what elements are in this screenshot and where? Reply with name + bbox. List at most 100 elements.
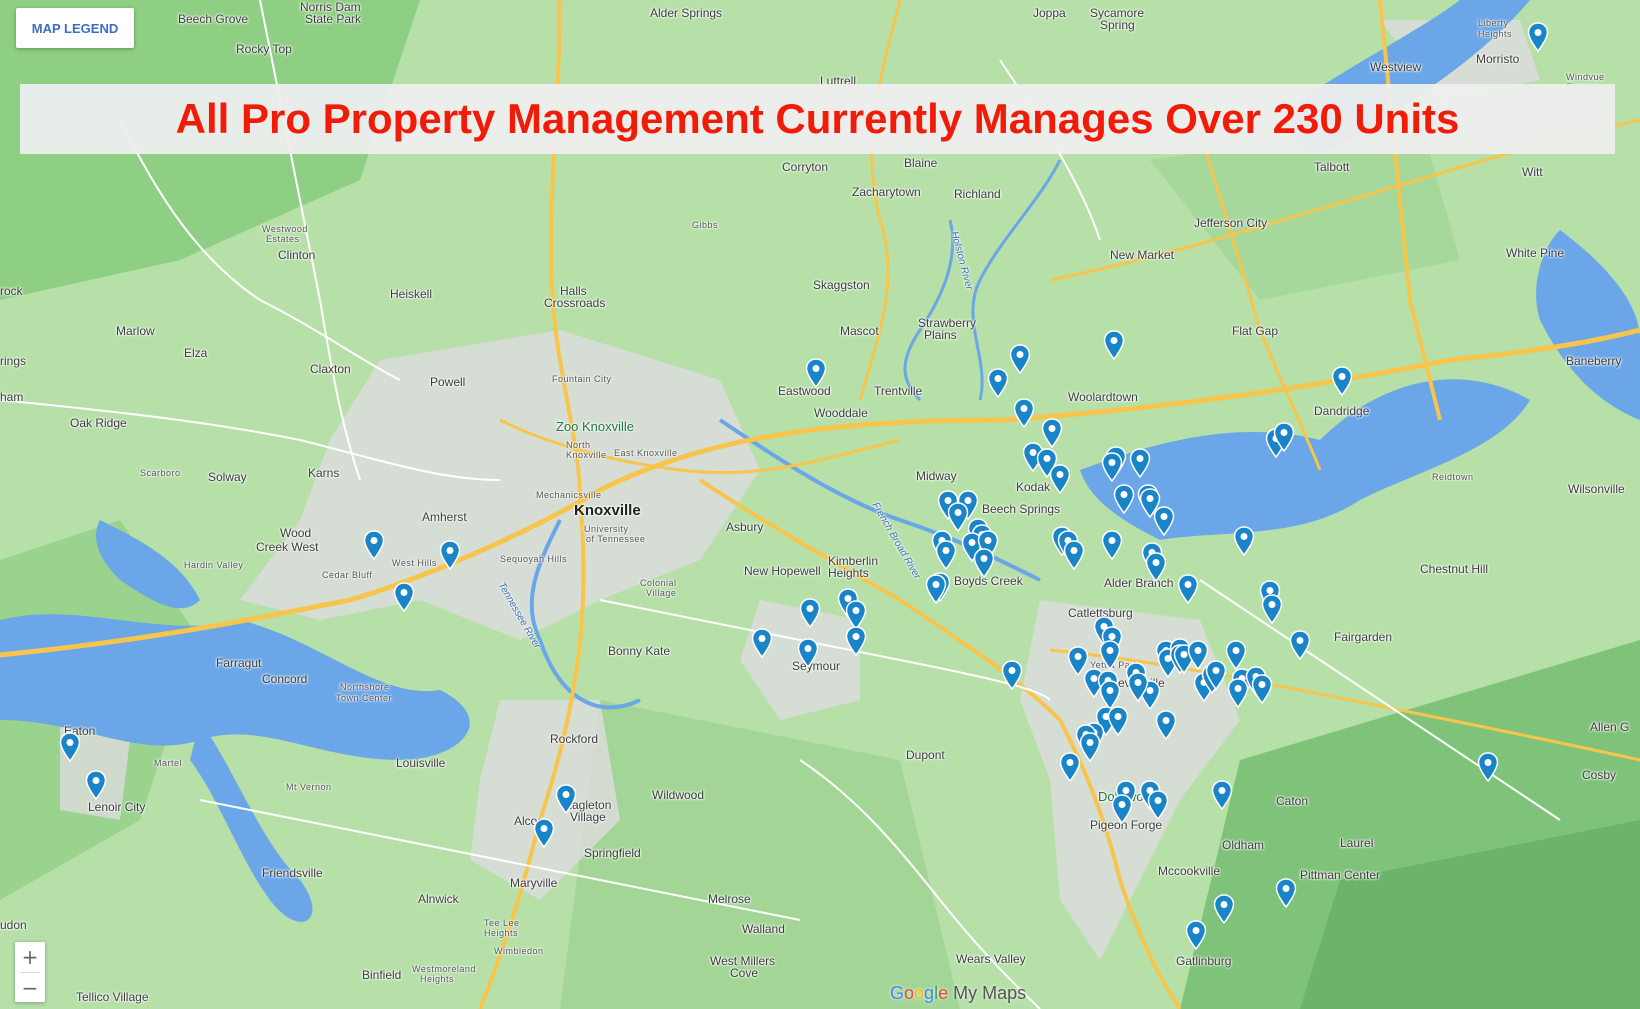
property-pin-icon[interactable] — [1477, 752, 1499, 782]
place-label: Heights — [484, 928, 519, 938]
property-pin-icon[interactable] — [1289, 630, 1311, 660]
place-label: Beech Springs — [982, 502, 1061, 516]
property-pin-icon[interactable] — [1273, 422, 1295, 452]
place-label: Dandridge — [1314, 404, 1370, 418]
place-label: Wears Valley — [956, 952, 1026, 966]
property-pin-icon[interactable] — [1155, 710, 1177, 740]
place-label: Lenoir City — [88, 800, 146, 814]
property-pin-icon[interactable] — [1527, 22, 1549, 52]
place-label: Marlow — [116, 324, 155, 338]
brand-letter: G — [890, 983, 905, 1003]
property-pin-icon[interactable] — [1261, 594, 1283, 624]
place-label: Pittman Center — [1300, 868, 1381, 882]
place-label: Wimbledon — [494, 946, 544, 956]
map-legend-button[interactable]: MAP LEGEND — [16, 8, 134, 48]
property-pin-icon[interactable] — [1213, 894, 1235, 924]
property-pin-icon[interactable] — [1001, 660, 1023, 690]
property-pin-icon[interactable] — [1101, 530, 1123, 560]
property-pin-icon[interactable] — [1049, 464, 1071, 494]
property-pin-icon[interactable] — [1205, 660, 1227, 690]
place-label: Skaggston — [813, 278, 870, 292]
zoom-out-button[interactable]: − — [15, 973, 45, 1003]
place-label: Martel — [154, 758, 183, 768]
property-pin-icon[interactable] — [85, 770, 107, 800]
property-pin-icon[interactable] — [1153, 506, 1175, 536]
place-label: Rockford — [550, 732, 599, 746]
property-pin-icon[interactable] — [925, 574, 947, 604]
zoom-in-button[interactable]: + — [15, 942, 45, 972]
map-title: All Pro Property Management Currently Ma… — [175, 95, 1460, 142]
place-label: Bonny Kate — [608, 644, 671, 658]
place-label: Knoxville — [574, 502, 641, 519]
property-pin-icon[interactable] — [1009, 344, 1031, 374]
google-my-maps-attribution: Google My Maps — [890, 983, 1026, 1004]
property-pin-icon[interactable] — [1111, 794, 1133, 824]
place-label: Walland — [742, 922, 785, 936]
property-pin-icon[interactable] — [1129, 448, 1151, 478]
property-pin-icon[interactable] — [1099, 640, 1121, 670]
property-pin-icon[interactable] — [797, 638, 819, 668]
place-label: Village — [646, 588, 677, 598]
title-banner: All Pro Property Management Currently Ma… — [20, 84, 1615, 154]
place-label: Heights — [420, 974, 455, 984]
property-pin-icon[interactable] — [1063, 540, 1085, 570]
property-pin-icon[interactable] — [1059, 752, 1081, 782]
place-label: Oak Ridge — [70, 416, 127, 430]
property-pin-icon[interactable] — [439, 540, 461, 570]
property-pin-icon[interactable] — [1331, 366, 1353, 396]
place-label: Kodak — [1016, 480, 1051, 494]
place-label: Springfield — [584, 846, 641, 860]
property-pin-icon[interactable] — [845, 626, 867, 656]
place-label: Caton — [1276, 794, 1309, 808]
place-label: Solway — [208, 470, 247, 484]
place-label: Woolardtown — [1068, 390, 1138, 404]
place-label: Binfield — [362, 968, 402, 982]
property-pin-icon[interactable] — [1079, 732, 1101, 762]
property-pin-icon[interactable] — [973, 548, 995, 578]
property-pin-icon[interactable] — [1185, 920, 1207, 950]
property-pin-icon[interactable] — [533, 818, 555, 848]
place-label: udon — [0, 918, 27, 932]
place-label: Mt Vernon — [286, 782, 332, 792]
property-pin-icon[interactable] — [987, 368, 1009, 398]
place-label: Rocky Top — [236, 42, 292, 56]
place-label: Town Center — [336, 693, 393, 703]
property-pin-icon[interactable] — [1251, 674, 1273, 704]
property-pin-icon[interactable] — [1233, 526, 1255, 556]
property-pin-icon[interactable] — [1275, 878, 1297, 908]
place-label: Plains — [924, 328, 957, 342]
property-pin-icon[interactable] — [1177, 574, 1199, 604]
map-canvas[interactable]: Beech Grove Norris Dam State Park Rocky Top… — [0, 0, 1640, 1009]
property-pin-icon[interactable] — [1225, 640, 1247, 670]
property-pin-icon[interactable] — [1041, 418, 1063, 448]
place-label: rock — [0, 284, 23, 298]
place-label: Blaine — [904, 156, 938, 170]
property-pin-icon[interactable] — [799, 598, 821, 628]
place-label: Mechanicsville — [536, 490, 602, 500]
property-pin-icon[interactable] — [947, 502, 969, 532]
property-pin-icon[interactable] — [59, 732, 81, 762]
place-label: Heights — [828, 566, 869, 580]
brand-letter: e — [938, 983, 949, 1003]
property-pin-icon[interactable] — [1127, 672, 1149, 702]
place-label: of Tennessee — [586, 534, 646, 544]
property-pin-icon[interactable] — [805, 358, 827, 388]
property-pin-icon[interactable] — [1147, 790, 1169, 820]
place-label: White Pine — [1506, 246, 1565, 260]
place-label: Heights — [1478, 29, 1513, 39]
property-pin-icon[interactable] — [363, 530, 385, 560]
place-label: State Park — [305, 12, 362, 26]
property-pin-icon[interactable] — [1113, 484, 1135, 514]
property-pin-icon[interactable] — [1101, 452, 1123, 482]
property-pin-icon[interactable] — [1145, 552, 1167, 582]
property-pin-icon[interactable] — [393, 582, 415, 612]
property-pin-icon[interactable] — [1013, 398, 1035, 428]
place-label: Louisville — [396, 756, 446, 770]
property-pin-icon[interactable] — [935, 540, 957, 570]
property-pin-icon[interactable] — [751, 628, 773, 658]
zoom-control: + − — [15, 942, 45, 1002]
property-pin-icon[interactable] — [1107, 706, 1129, 736]
property-pin-icon[interactable] — [555, 784, 577, 814]
property-pin-icon[interactable] — [1211, 780, 1233, 810]
property-pin-icon[interactable] — [1103, 330, 1125, 360]
